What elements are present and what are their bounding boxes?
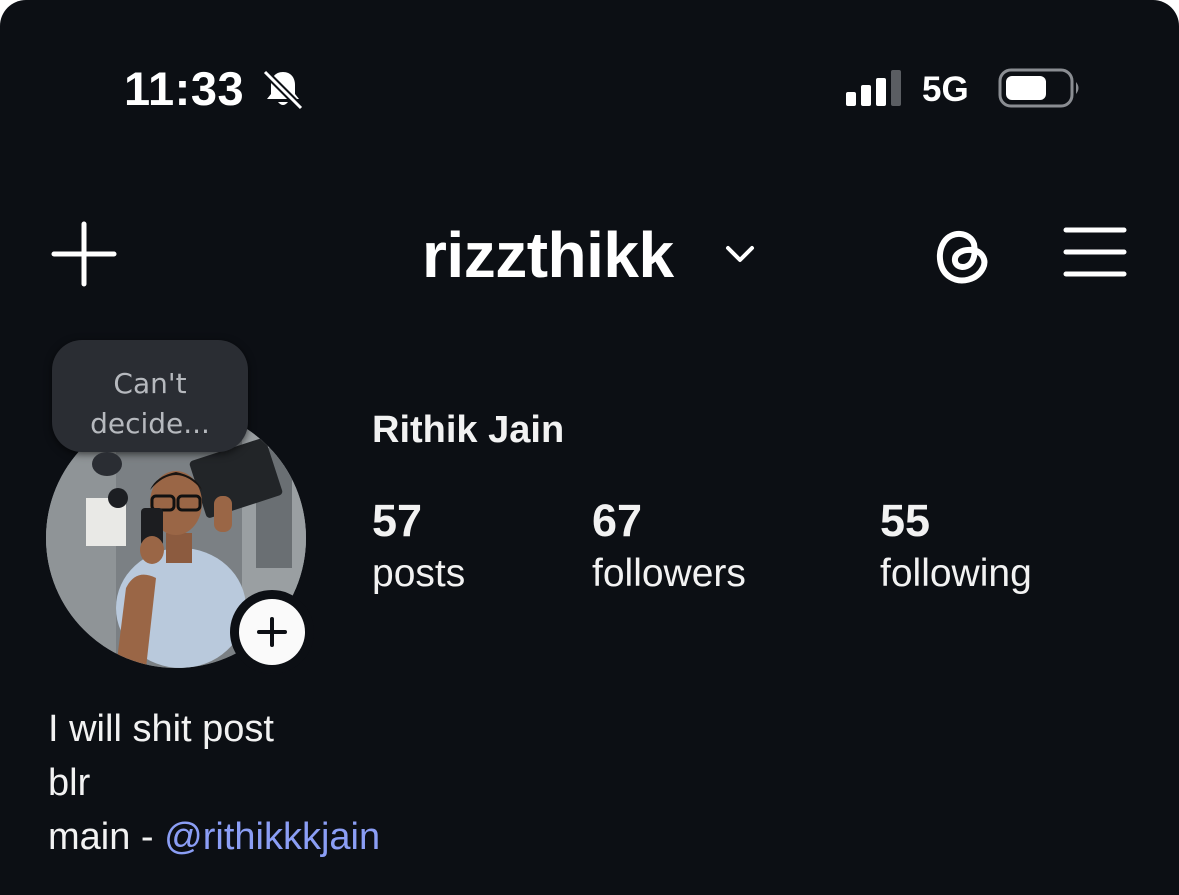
signal-icon	[846, 70, 901, 106]
bio-line-3: main - @rithikkkjain	[48, 810, 380, 864]
stat-posts[interactable]: 57 posts	[372, 496, 465, 602]
network-type: 5G	[922, 70, 969, 109]
chevron-down-icon[interactable]	[722, 240, 758, 268]
note-text: Can't decide...	[90, 367, 210, 440]
stat-followers-label: followers	[592, 552, 746, 595]
note-bubble-tail	[92, 452, 122, 476]
bio-line-2: blr	[48, 762, 91, 804]
stat-followers[interactable]: 67 followers	[592, 496, 746, 602]
stat-followers-value: 67	[592, 495, 643, 546]
stat-posts-value: 57	[372, 495, 423, 546]
battery-icon	[998, 68, 1079, 108]
stat-posts-label: posts	[372, 552, 466, 595]
profile-screen: 11:33 5G rizzthikk Can't decide... Rithi…	[0, 0, 1179, 895]
profile-full-name: Rithik Jain	[372, 409, 565, 451]
note-bubble[interactable]: Can't decide...	[52, 340, 248, 452]
note-bubble-tail-dot	[108, 488, 128, 508]
stat-following[interactable]: 55 following	[880, 496, 1032, 602]
bio-line-3-prefix: main -	[48, 816, 165, 858]
profile-bio: I will shit post blr main - @rithikkkjai…	[48, 702, 380, 864]
stat-following-label: following	[880, 552, 1032, 595]
create-plus-icon[interactable]	[50, 220, 118, 288]
stat-following-value: 55	[880, 495, 931, 546]
bell-slash-icon	[262, 69, 304, 111]
bio-line-1: I will shit post	[48, 708, 274, 750]
plus-icon	[257, 617, 287, 647]
add-story-button[interactable]	[230, 590, 314, 674]
username-title[interactable]: rizzthikk	[422, 222, 674, 288]
bio-mention-link[interactable]: @rithikkkjain	[164, 816, 380, 858]
hamburger-menu-icon[interactable]	[1062, 224, 1128, 280]
status-time: 11:33	[124, 62, 245, 115]
threads-icon[interactable]	[930, 220, 996, 288]
